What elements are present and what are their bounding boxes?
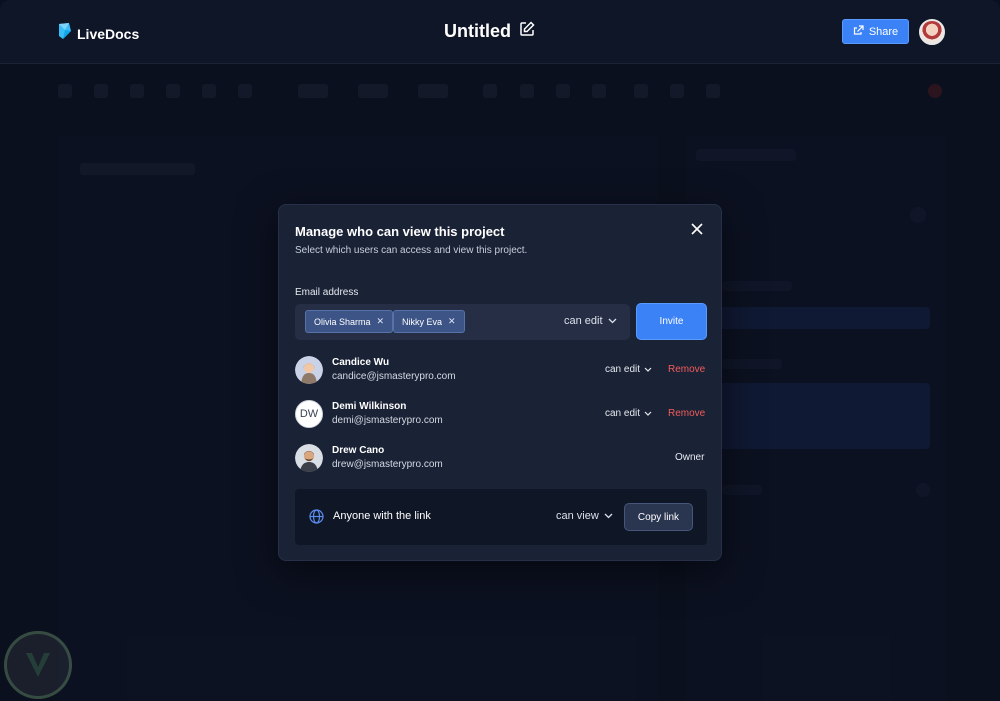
chevron-down-icon (644, 408, 652, 419)
share-button[interactable]: Share (842, 19, 909, 44)
email-label: Email address (295, 287, 359, 298)
close-button[interactable] (689, 223, 705, 239)
document-title-text: Untitled (444, 21, 511, 41)
livedocs-logo-icon (57, 22, 73, 45)
share-icon (853, 25, 864, 38)
chip-label: Olivia Sharma (314, 316, 371, 327)
invite-button[interactable]: Invite (636, 303, 707, 340)
permission-label: can edit (605, 364, 641, 375)
chevron-down-icon (644, 364, 652, 375)
user-name: Demi Wilkinson (332, 401, 407, 412)
chevron-down-icon (608, 315, 617, 327)
link-permission-select[interactable]: can view (556, 510, 613, 522)
user-row: DW Demi Wilkinson demi@jsmasterypro.com … (295, 400, 707, 430)
modal-subtitle: Select which users can access and view t… (295, 245, 528, 256)
globe-icon (309, 509, 324, 529)
app-window: LiveDocs Untitled Share Manage who can v… (0, 0, 1000, 701)
permission-label: can edit (605, 408, 641, 419)
modal-title: Manage who can view this project (295, 224, 505, 239)
user-email: drew@jsmasterypro.com (332, 459, 443, 470)
chip-remove-icon[interactable]: ✕ (448, 316, 456, 327)
current-user-avatar[interactable] (919, 19, 945, 45)
document-title[interactable]: Untitled (444, 21, 535, 42)
copy-link-button[interactable]: Copy link (624, 503, 693, 531)
chevron-down-icon (604, 510, 613, 522)
user-row: Candice Wu candice@jsmasterypro.com can … (295, 356, 707, 386)
remove-button[interactable]: Remove (668, 364, 705, 375)
user-email: candice@jsmasterypro.com (332, 371, 456, 382)
email-chip[interactable]: Nikky Eva ✕ (393, 310, 465, 333)
owner-badge: Owner (675, 452, 705, 463)
invite-permission-select[interactable]: can edit (564, 315, 617, 327)
top-header: LiveDocs Untitled Share (0, 0, 1000, 64)
email-chip[interactable]: Olivia Sharma ✕ (305, 310, 394, 333)
email-input[interactable]: Olivia Sharma ✕ Nikky Eva ✕ can edit (295, 304, 630, 340)
logo-text: LiveDocs (77, 25, 140, 42)
share-modal: Manage who can view this project Select … (278, 204, 722, 561)
user-permission-select[interactable]: can edit (605, 408, 652, 419)
user-name: Candice Wu (332, 357, 390, 368)
link-access-label: Anyone with the link (333, 510, 431, 522)
user-permission-select[interactable]: can edit (605, 364, 652, 375)
avatar: DW (295, 400, 323, 428)
edit-icon[interactable] (519, 21, 535, 42)
user-row: Drew Cano drew@jsmasterypro.com Owner (295, 444, 707, 474)
share-button-label: Share (868, 25, 899, 38)
avatar (295, 444, 323, 472)
watermark-logo (4, 631, 72, 699)
chip-remove-icon[interactable]: ✕ (377, 316, 385, 327)
logo[interactable]: LiveDocs (57, 22, 139, 45)
close-icon (691, 222, 703, 240)
link-sharing-bar: Anyone with the link can view Copy link (295, 489, 707, 545)
remove-button[interactable]: Remove (668, 408, 705, 419)
permission-label: can view (556, 510, 599, 522)
avatar (295, 356, 323, 384)
user-name: Drew Cano (332, 445, 385, 456)
chip-label: Nikky Eva (402, 316, 443, 327)
user-email: demi@jsmasterypro.com (332, 415, 443, 426)
permission-label: can edit (564, 315, 603, 327)
